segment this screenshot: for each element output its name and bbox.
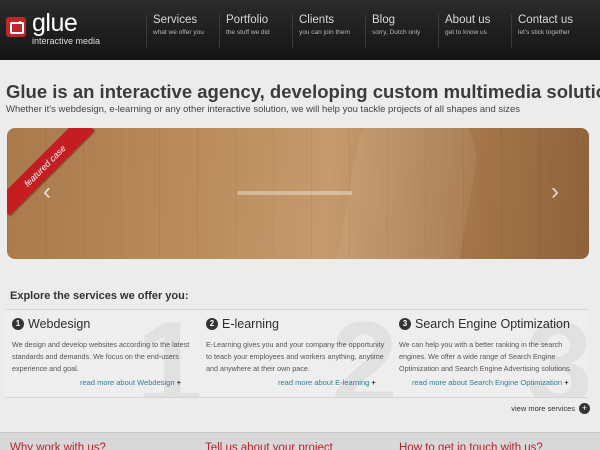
service-number: 2 [206, 318, 218, 330]
footer-contact-heading: How to get in touch with us? [399, 442, 543, 450]
nav-item-clients[interactable]: Clients you can join them [292, 14, 365, 48]
nav-sublabel: what we offer you [153, 29, 204, 36]
nav-label: Services [153, 14, 198, 26]
nav-sublabel: you can join them [299, 29, 350, 36]
link-label: read more about E-learning [278, 378, 370, 387]
services-heading: Explore the services we offer you: [10, 290, 189, 302]
page-subheadline: Whether it's webdesign, e-learning or an… [6, 104, 521, 115]
link-label: read more about Webdesign [80, 378, 175, 387]
featured-slider: featured case ‹ › [7, 128, 589, 259]
logo-icon [6, 17, 26, 37]
plus-circle-icon: + [579, 403, 590, 414]
nav-label: Contact us [518, 14, 573, 26]
nav-item-about[interactable]: About us get to know us [438, 14, 511, 48]
service-description: E-Learning gives you and your company th… [206, 340, 385, 373]
nav-sublabel: the stuff we did [226, 29, 270, 36]
prev-arrow-icon[interactable]: ‹ [43, 178, 51, 206]
read-more-seo-link[interactable]: read more about Search Engine Optimizati… [412, 378, 569, 387]
nav-item-contact[interactable]: Contact us let's stick together [511, 14, 584, 48]
service-title: Webdesign [28, 317, 91, 331]
brand-name: glue [32, 9, 78, 37]
slider-progress [237, 191, 352, 195]
service-description: We can help you with a better ranking in… [399, 340, 572, 373]
service-description: We design and develop websites according… [12, 340, 190, 373]
read-more-elearning-link[interactable]: read more about E-learning + [278, 378, 376, 387]
slider-decoration [332, 128, 486, 259]
service-webdesign: 1 Webdesign We design and develop websit… [12, 317, 192, 375]
view-more-services-link[interactable]: view more services + [511, 403, 590, 414]
page-headline: Glue is an interactive agency, developin… [6, 81, 600, 102]
view-more-label: view more services [511, 404, 575, 413]
service-number: 1 [12, 318, 24, 330]
next-arrow-icon[interactable]: › [551, 178, 559, 206]
nav-sublabel: let's stick together [518, 29, 570, 36]
nav-label: Portfolio [226, 14, 269, 26]
service-elearning: 2 E-learning E-Learning gives you and yo… [206, 317, 386, 375]
plus-icon: + [371, 378, 376, 387]
footer-why-work-heading: Why work with us? [10, 442, 106, 450]
site-header: glue interactive media Services what we … [0, 0, 600, 60]
nav-sublabel: sorry, Dutch only [372, 29, 421, 36]
footer-project-heading: Tell us about your project [205, 442, 333, 450]
service-number: 3 [399, 318, 411, 330]
nav-label: Blog [372, 14, 396, 26]
service-seo: 3 Search Engine Optimization We can help… [399, 317, 579, 375]
service-title: E-learning [222, 317, 279, 331]
nav-item-portfolio[interactable]: Portfolio the stuff we did [219, 14, 292, 48]
nav-label: About us [445, 14, 491, 26]
plus-icon: + [564, 378, 569, 387]
nav-item-services[interactable]: Services what we offer you [146, 14, 219, 48]
main-nav: Services what we offer you Portfolio the… [146, 14, 584, 48]
read-more-webdesign-link[interactable]: read more about Webdesign + [80, 378, 181, 387]
nav-item-blog[interactable]: Blog sorry, Dutch only [365, 14, 438, 48]
services-panel: 1 2 3 1 Webdesign We design and develop … [6, 309, 588, 398]
nav-sublabel: get to know us [445, 29, 487, 36]
nav-label: Clients [299, 14, 335, 26]
link-label: read more about Search Engine Optimizati… [412, 378, 563, 387]
brand-tagline: interactive media [32, 36, 101, 46]
plus-icon: + [176, 378, 181, 387]
service-title: Search Engine Optimization [415, 317, 570, 331]
logo[interactable]: glue interactive media [6, 11, 100, 46]
